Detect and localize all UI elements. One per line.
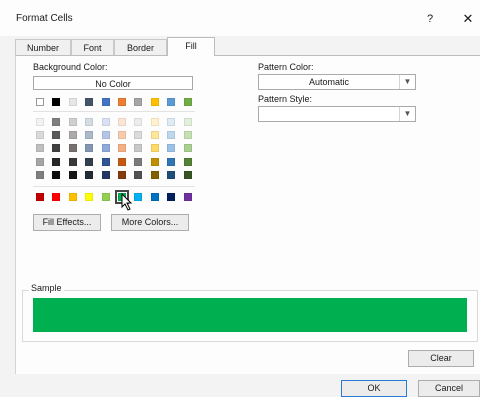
standard-color-swatch[interactable]: [167, 193, 176, 201]
shade-color-swatch[interactable]: [167, 144, 176, 153]
shade-color-swatch[interactable]: [85, 170, 94, 179]
shade-color-swatch[interactable]: [118, 144, 126, 153]
background-color-label: Background Color:: [33, 62, 108, 72]
shade-color-swatch[interactable]: [150, 157, 159, 166]
tab-border[interactable]: Border: [114, 39, 167, 55]
shade-color-swatch[interactable]: [36, 144, 44, 153]
shade-color-swatch[interactable]: [134, 131, 143, 140]
shade-color-swatch[interactable]: [167, 157, 176, 166]
shade-color-swatch[interactable]: [134, 170, 143, 179]
shade-color-swatch[interactable]: [52, 131, 61, 140]
shade-color-swatch[interactable]: [118, 131, 126, 140]
pattern-color-dropdown[interactable]: Automatic ▼: [258, 74, 416, 90]
sample-preview: [33, 298, 467, 332]
pattern-color-label: Pattern Color:: [258, 62, 314, 72]
shade-color-swatch[interactable]: [134, 118, 143, 126]
shade-color-swatch[interactable]: [118, 170, 126, 179]
shade-color-swatch[interactable]: [183, 118, 192, 126]
shade-color-swatch[interactable]: [167, 170, 176, 179]
format-cells-dialog: Format Cells ? ✕ Number Font Border Fill…: [0, 0, 480, 397]
theme-color-swatch[interactable]: [68, 98, 77, 106]
sample-label: Sample: [29, 283, 64, 293]
shade-color-swatch[interactable]: [183, 170, 192, 179]
standard-color-swatch[interactable]: [85, 193, 94, 201]
shade-color-swatch[interactable]: [134, 144, 143, 153]
title-bar: Format Cells ? ✕: [0, 0, 480, 36]
palette-divider: [33, 186, 195, 187]
shade-color-swatch[interactable]: [68, 170, 77, 179]
shade-color-swatch[interactable]: [118, 157, 126, 166]
fill-effects-button[interactable]: Fill Effects...: [33, 214, 101, 231]
cancel-button[interactable]: Cancel: [418, 380, 480, 397]
close-icon[interactable]: ✕: [458, 9, 478, 29]
shade-color-swatch[interactable]: [85, 157, 94, 166]
more-colors-button[interactable]: More Colors...: [111, 214, 189, 231]
shade-color-swatch[interactable]: [150, 170, 159, 179]
shade-color-swatch[interactable]: [183, 131, 192, 140]
dialog-title: Format Cells: [16, 13, 73, 24]
shade-color-swatch[interactable]: [68, 131, 77, 140]
help-icon[interactable]: ?: [420, 9, 440, 29]
pattern-style-label: Pattern Style:: [258, 94, 313, 104]
shade-color-swatch[interactable]: [101, 157, 110, 166]
clear-button[interactable]: Clear: [408, 350, 474, 367]
tab-fill[interactable]: Fill: [167, 37, 215, 56]
shade-color-swatch[interactable]: [52, 118, 61, 126]
theme-color-swatch[interactable]: [167, 98, 176, 106]
shade-color-swatch[interactable]: [134, 157, 143, 166]
theme-color-swatch[interactable]: [183, 98, 192, 106]
shade-color-swatch[interactable]: [52, 157, 61, 166]
shade-color-swatch[interactable]: [150, 118, 159, 126]
tab-number[interactable]: Number: [15, 39, 71, 55]
no-color-button[interactable]: No Color: [33, 76, 193, 90]
shade-color-swatch[interactable]: [68, 144, 77, 153]
pattern-color-value: Automatic: [308, 77, 350, 87]
shade-color-swatch[interactable]: [85, 118, 94, 126]
theme-color-swatch[interactable]: [52, 98, 61, 106]
shade-color-swatch[interactable]: [183, 144, 192, 153]
standard-color-swatch[interactable]: [150, 193, 159, 201]
chevron-down-icon: ▼: [399, 75, 415, 89]
chevron-down-icon: ▼: [399, 107, 415, 121]
standard-color-swatch[interactable]: [52, 193, 61, 201]
tab-font[interactable]: Font: [71, 39, 114, 55]
pattern-style-dropdown[interactable]: ▼: [258, 106, 416, 122]
shade-color-swatch[interactable]: [36, 157, 44, 166]
shade-color-swatch[interactable]: [52, 144, 61, 153]
standard-color-swatch[interactable]: [36, 193, 44, 201]
shade-color-swatch[interactable]: [85, 144, 94, 153]
shade-color-swatch[interactable]: [68, 118, 77, 126]
theme-color-swatch[interactable]: [150, 98, 159, 106]
standard-color-swatch[interactable]: [101, 193, 110, 201]
standard-color-swatch[interactable]: [134, 193, 143, 201]
shade-color-swatch[interactable]: [85, 131, 94, 140]
shade-color-swatch[interactable]: [36, 131, 44, 140]
shade-color-swatch[interactable]: [167, 131, 176, 140]
shade-color-swatch[interactable]: [118, 118, 126, 126]
standard-color-swatch[interactable]: [183, 193, 192, 201]
shade-color-swatch[interactable]: [36, 170, 44, 179]
palette-divider: [33, 111, 195, 112]
ok-button[interactable]: OK: [341, 380, 407, 397]
shade-color-swatch[interactable]: [52, 170, 61, 179]
theme-color-swatch[interactable]: [101, 98, 110, 106]
shade-color-swatch[interactable]: [101, 131, 110, 140]
theme-color-swatch[interactable]: [134, 98, 143, 106]
theme-color-swatch[interactable]: [118, 98, 126, 106]
shade-color-swatch[interactable]: [68, 157, 77, 166]
shade-color-swatch[interactable]: [101, 118, 110, 126]
shade-color-swatch[interactable]: [36, 118, 44, 126]
shade-color-swatch[interactable]: [150, 144, 159, 153]
shade-color-swatch[interactable]: [101, 144, 110, 153]
shade-color-swatch[interactable]: [183, 157, 192, 166]
theme-color-swatch[interactable]: [85, 98, 94, 106]
mouse-pointer-icon: [121, 193, 133, 211]
shade-color-swatch[interactable]: [150, 131, 159, 140]
theme-color-swatch[interactable]: [36, 98, 44, 106]
standard-color-swatch[interactable]: [68, 193, 77, 201]
shade-color-swatch[interactable]: [167, 118, 176, 126]
shade-color-swatch[interactable]: [101, 170, 110, 179]
